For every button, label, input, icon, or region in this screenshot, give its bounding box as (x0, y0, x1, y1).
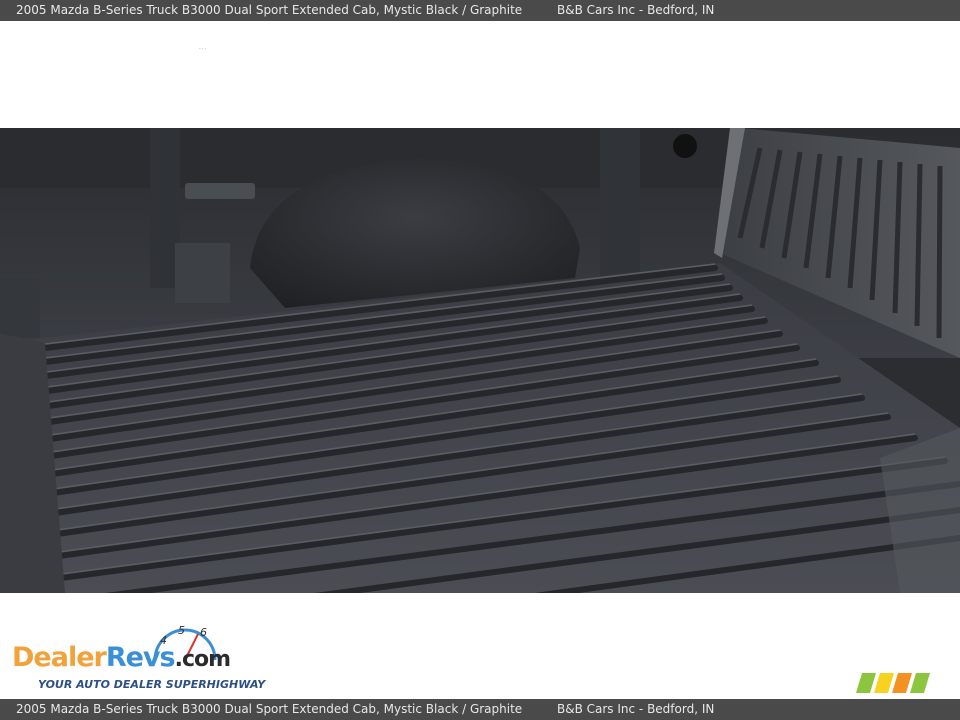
logo-word-dealer: Dealer (12, 642, 107, 673)
bottom-caption-bar: 2005 Mazda B-Series Truck B3000 Dual Spo… (0, 699, 960, 720)
logo-word-revs: Revs (105, 642, 176, 673)
dealerrevs-logo: 4 5 6 DealerRevs.com YOUR AUTO DEALER SU… (12, 622, 272, 696)
logo-tagline: YOUR AUTO DEALER SUPERHIGHWAY (38, 678, 266, 691)
stripes-logo-icon (856, 673, 930, 693)
gauge-digit-5: 5 (178, 624, 185, 637)
dealer-name: B&B Cars Inc - Bedford, IN (557, 3, 715, 17)
gauge-digit-6: 6 (200, 626, 207, 639)
dealer-name-footer: B&B Cars Inc - Bedford, IN (557, 702, 715, 716)
decorative-dots: ... (199, 44, 208, 51)
vehicle-title-footer: 2005 Mazda B-Series Truck B3000 Dual Spo… (16, 702, 523, 716)
logo-word-com: .com (174, 647, 231, 672)
vehicle-title: 2005 Mazda B-Series Truck B3000 Dual Spo… (16, 3, 523, 17)
logo-wordmark: DealerRevs.com (12, 642, 231, 673)
truck-bed-image (0, 128, 960, 593)
vehicle-photo (0, 128, 960, 593)
top-caption-bar: 2005 Mazda B-Series Truck B3000 Dual Spo… (0, 0, 960, 21)
